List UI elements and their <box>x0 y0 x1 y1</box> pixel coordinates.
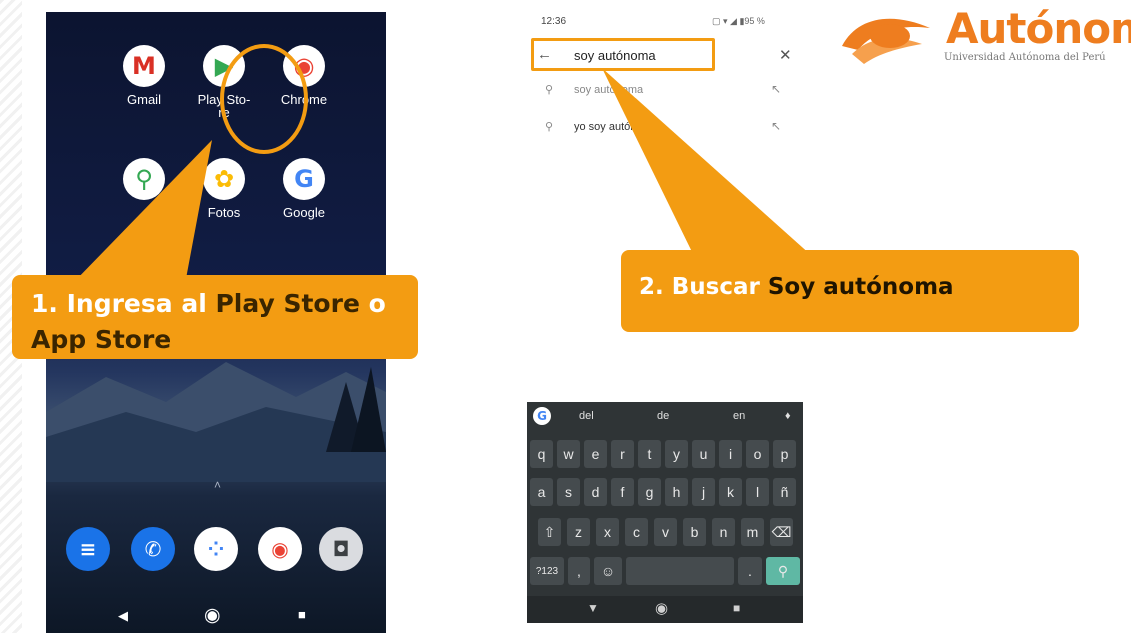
key[interactable]: y <box>665 440 688 468</box>
key[interactable]: s <box>557 478 580 506</box>
key[interactable]: w <box>557 440 580 468</box>
keyboard-suggestion[interactable]: de <box>657 410 669 422</box>
emoji-icon[interactable]: ☺ <box>594 557 622 585</box>
nav-recents-icon[interactable]: ■ <box>298 607 306 622</box>
app-google[interactable]: G Google <box>264 158 344 219</box>
on-screen-keyboard: G del de en ♦ qwertyuiop asdfghjklñ ⇧ z x c… <box>527 402 803 623</box>
key[interactable]: u <box>692 440 715 468</box>
key[interactable]: d <box>584 478 607 506</box>
logo-title: Autónoma <box>946 4 1131 53</box>
google-icon: G <box>283 158 325 200</box>
app-photos[interactable]: ✿ Fotos <box>184 158 264 219</box>
mic-icon[interactable]: ♦ <box>785 410 791 422</box>
university-logo: Autónoma Universidad Autónoma del Perú <box>838 4 1131 74</box>
step1-callout: 1. Ingresa al Play Store o App Store <box>12 275 418 359</box>
key-period[interactable]: . <box>738 557 762 585</box>
suggestion-text: yo soy autónoma <box>574 121 658 133</box>
callout1-highlight: Play Store <box>215 289 360 318</box>
clear-icon[interactable]: ✕ <box>779 46 792 64</box>
nav-back-icon[interactable]: ◀ <box>118 608 128 624</box>
suggestion-item[interactable]: ⚲ soy autónoma ↖ <box>527 81 805 105</box>
callout1-line2: App Store <box>31 325 172 354</box>
key[interactable]: a <box>530 478 553 506</box>
app-drawer-caret-icon[interactable]: ˄ <box>214 478 221 492</box>
key[interactable]: o <box>746 440 769 468</box>
search-key-icon[interactable]: ⚲ <box>766 557 800 585</box>
phone-icon[interactable]: ✆ <box>131 527 175 571</box>
keyboard-navbar: ▼ ◉ ■ <box>527 596 803 623</box>
google-keyboard-icon[interactable]: G <box>533 407 551 425</box>
gmail-icon: M <box>123 45 165 87</box>
key[interactable]: x <box>596 518 619 546</box>
play-store-highlight <box>220 44 308 154</box>
key[interactable]: e <box>584 440 607 468</box>
key[interactable]: t <box>638 440 661 468</box>
key[interactable]: ⌫ <box>770 518 793 546</box>
key-comma[interactable]: , <box>568 557 590 585</box>
key-numbers[interactable]: ?123 <box>530 557 564 585</box>
key[interactable]: c <box>625 518 648 546</box>
search-bar[interactable]: ← soy autónoma ✕ <box>527 38 805 72</box>
messages-icon[interactable]: ≡ <box>66 527 110 571</box>
suggestion-text: soy autónoma <box>574 84 644 96</box>
android-navbar: ◀ ◉ ■ <box>46 602 386 633</box>
photos-icon: ✿ <box>203 158 245 200</box>
key[interactable]: f <box>611 478 634 506</box>
keyboard-suggestion[interactable]: del <box>579 410 594 422</box>
callout2-highlight: Soy autónoma <box>767 274 954 300</box>
assistant-icon[interactable]: ⁘ <box>194 527 238 571</box>
key[interactable]: ñ <box>773 478 796 506</box>
app-label: Gmail <box>127 92 161 107</box>
search-highlight <box>531 38 715 71</box>
fill-arrow-icon[interactable]: ↖ <box>771 82 781 96</box>
key[interactable]: v <box>654 518 677 546</box>
logo-subtitle: Universidad Autónoma del Perú <box>944 52 1106 63</box>
app-label: Fotos <box>207 205 241 220</box>
key[interactable]: m <box>741 518 764 546</box>
key[interactable]: b <box>683 518 706 546</box>
camera-icon[interactable]: ◘ <box>319 527 363 571</box>
app-label: Google <box>283 205 325 220</box>
fill-arrow-icon[interactable]: ↖ <box>771 119 781 133</box>
status-icons: ▢ ▾ ◢ ▮95 % <box>712 16 765 26</box>
key[interactable]: p <box>773 440 796 468</box>
key[interactable]: ⇧ <box>538 518 561 546</box>
search-icon: ⚲ <box>545 84 554 96</box>
key[interactable]: j <box>692 478 715 506</box>
key[interactable]: n <box>712 518 735 546</box>
nav-recents-icon[interactable]: ■ <box>733 601 740 615</box>
key[interactable]: g <box>638 478 661 506</box>
nav-home-icon[interactable]: ◉ <box>655 599 668 617</box>
key[interactable]: z <box>567 518 590 546</box>
hide-keyboard-icon[interactable]: ▼ <box>587 601 599 615</box>
status-time: 12:36 <box>541 16 567 27</box>
key[interactable]: r <box>611 440 634 468</box>
maps-icon: ⚲ <box>123 158 165 200</box>
callout1-text-b: o <box>359 289 386 318</box>
app-maps[interactable]: ⚲ <box>104 158 184 206</box>
key[interactable]: i <box>719 440 742 468</box>
search-icon: ⚲ <box>545 121 554 133</box>
search-screen-phone: 12:36 ▢ ▾ ◢ ▮95 % ← soy autónoma ✕ ⚲ soy… <box>527 12 805 150</box>
key[interactable]: h <box>665 478 688 506</box>
key[interactable]: l <box>746 478 769 506</box>
keyboard-suggestion[interactable]: en <box>733 410 745 422</box>
keyboard-suggestion-bar: G del de en ♦ <box>527 402 803 432</box>
callout2-text-a: 2. Buscar <box>639 274 768 300</box>
key[interactable]: q <box>530 440 553 468</box>
key-space[interactable] <box>626 557 734 585</box>
wallpaper-mountains <box>46 362 386 482</box>
logo-mark-icon <box>842 18 930 64</box>
callout1-text-a: 1. Ingresa al <box>31 289 216 318</box>
nav-home-icon[interactable]: ◉ <box>204 604 221 627</box>
app-gmail[interactable]: M Gmail <box>104 45 184 106</box>
key[interactable]: k <box>719 478 742 506</box>
dock: ≡ ✆ ⁘ ◉ ◘ <box>46 527 386 573</box>
chrome-dock-icon[interactable]: ◉ <box>258 527 302 571</box>
suggestion-item[interactable]: ⚲ yo soy autónoma ↖ <box>527 118 805 142</box>
step2-callout: 2. Buscar Soy autónoma <box>621 250 1079 332</box>
